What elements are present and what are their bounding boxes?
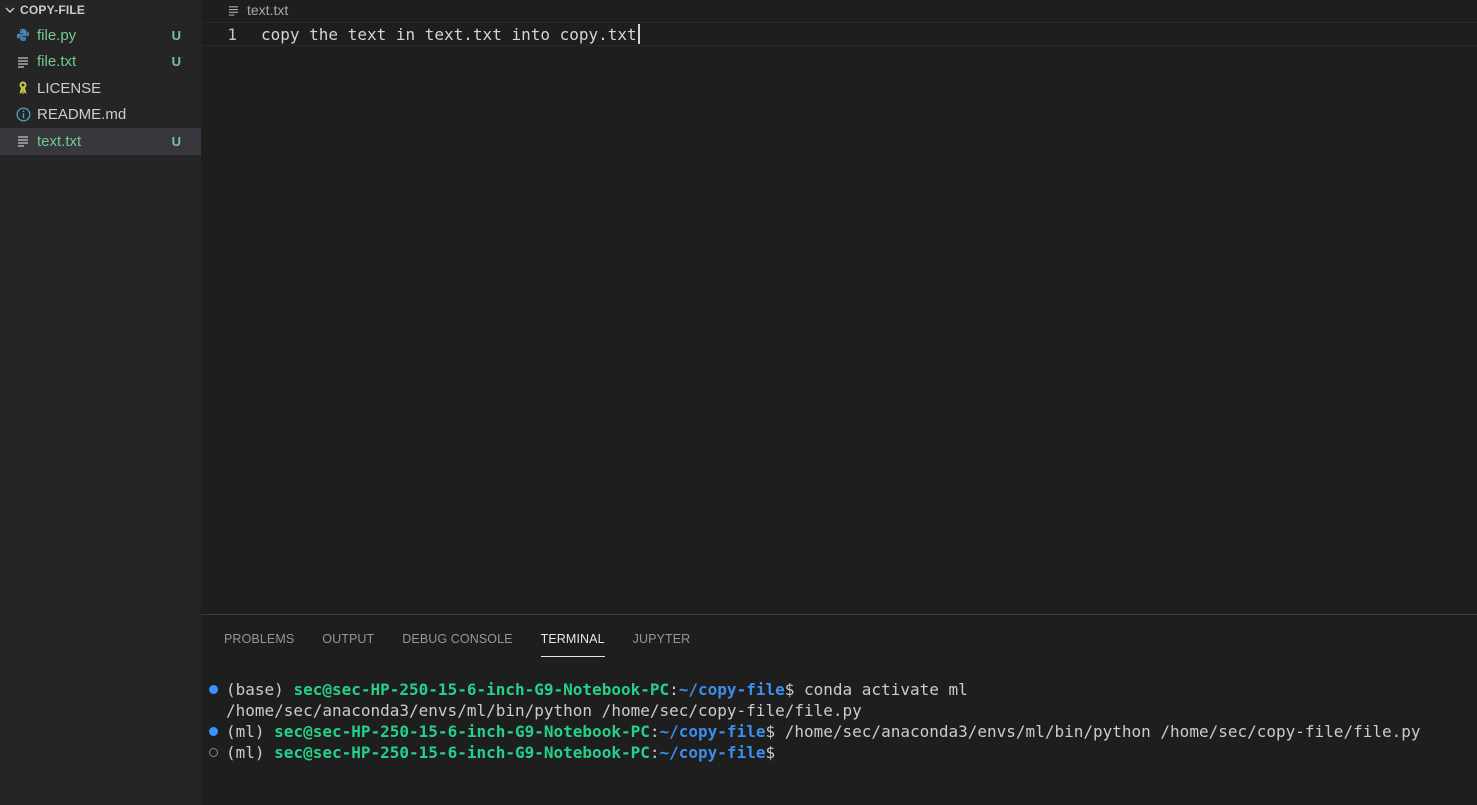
terminal-line: (base) sec@sec-HP-250-15-6-inch-G9-Noteb… xyxy=(201,679,1477,700)
prompt-path: ~/copy-file xyxy=(659,743,766,762)
prompt-path: ~/copy-file xyxy=(659,722,766,741)
vscode-window: COPY-FILE file.py U file.txt U LICENSE R… xyxy=(0,0,1477,805)
file-item-license[interactable]: LICENSE xyxy=(0,75,201,102)
output-text: /home/sec/anaconda3/envs/ml/bin/python /… xyxy=(226,701,862,720)
tab-debug-console[interactable]: DEBUG CONSOLE xyxy=(402,632,512,657)
conda-env: (ml) xyxy=(226,722,275,741)
breadcrumb-file[interactable]: text.txt xyxy=(247,2,288,18)
text-file-icon xyxy=(15,133,31,149)
command-text: $ conda activate ml xyxy=(784,680,968,699)
line-number: 1 xyxy=(227,24,237,44)
conda-env: (ml) xyxy=(226,743,275,762)
text-file-icon xyxy=(228,3,242,17)
editor-area: text.txt 1 copy the text in text.txt int… xyxy=(201,0,1477,614)
tab-jupyter[interactable]: JUPYTER xyxy=(633,632,691,657)
conda-env: (base) xyxy=(226,680,294,699)
text-cursor xyxy=(637,24,640,44)
file-item-readme[interactable]: README.md xyxy=(0,102,201,129)
prompt-separator: : xyxy=(669,680,679,699)
command-pending-dot-icon[interactable] xyxy=(209,748,218,757)
bottom-panel: PROBLEMS OUTPUT DEBUG CONSOLE TERMINAL J… xyxy=(201,614,1477,805)
command-text: $ xyxy=(765,743,776,762)
terminal-line: (ml) sec@sec-HP-250-15-6-inch-G9-Noteboo… xyxy=(201,721,1477,742)
code-line[interactable]: 1 copy the text in text.txt into copy.tx… xyxy=(201,22,1477,46)
prompt-user: sec@sec-HP-250-15-6-inch-G9-Notebook-PC xyxy=(274,743,650,762)
license-icon xyxy=(15,80,31,96)
folder-header[interactable]: COPY-FILE xyxy=(0,0,201,20)
command-text: $ /home/sec/anaconda3/envs/ml/bin/python… xyxy=(765,722,1421,741)
terminal-line: (ml) sec@sec-HP-250-15-6-inch-G9-Noteboo… xyxy=(201,742,1477,763)
file-item-file-txt[interactable]: file.txt U xyxy=(0,49,201,76)
file-item-file-py[interactable]: file.py U xyxy=(0,22,201,49)
file-name: LICENSE xyxy=(37,79,102,97)
prompt-path: ~/copy-file xyxy=(678,680,785,699)
chevron-down-icon xyxy=(3,3,17,17)
folder-name: COPY-FILE xyxy=(20,3,86,17)
line-text[interactable]: copy the text in text.txt into copy.txt xyxy=(261,25,637,44)
info-icon xyxy=(15,107,31,123)
breadcrumb[interactable]: text.txt xyxy=(201,0,1477,20)
file-item-text-txt[interactable]: text.txt U xyxy=(0,128,201,155)
command-success-dot-icon[interactable] xyxy=(209,685,218,694)
tab-terminal[interactable]: TERMINAL xyxy=(540,632,605,657)
file-name: README.md xyxy=(37,106,127,124)
file-tree: file.py U file.txt U LICENSE README.md t… xyxy=(0,22,201,155)
terminal-line: /home/sec/anaconda3/envs/ml/bin/python /… xyxy=(201,700,1477,721)
prompt-user: sec@sec-HP-250-15-6-inch-G9-Notebook-PC xyxy=(293,680,670,699)
git-status-badge: U xyxy=(171,27,181,43)
git-status-badge: U xyxy=(171,54,181,70)
explorer-sidebar: COPY-FILE file.py U file.txt U LICENSE R… xyxy=(0,0,201,805)
text-file-icon xyxy=(15,54,31,70)
prompt-separator: : xyxy=(649,743,660,762)
panel-tabs: PROBLEMS OUTPUT DEBUG CONSOLE TERMINAL J… xyxy=(201,615,1477,657)
git-status-badge: U xyxy=(171,133,181,149)
prompt-separator: : xyxy=(649,722,660,741)
prompt-user: sec@sec-HP-250-15-6-inch-G9-Notebook-PC xyxy=(274,722,650,741)
tab-problems[interactable]: PROBLEMS xyxy=(224,632,294,657)
tab-output[interactable]: OUTPUT xyxy=(322,632,374,657)
python-icon xyxy=(15,27,31,43)
terminal-output[interactable]: (base) sec@sec-HP-250-15-6-inch-G9-Noteb… xyxy=(201,679,1477,763)
command-success-dot-icon[interactable] xyxy=(209,727,218,736)
